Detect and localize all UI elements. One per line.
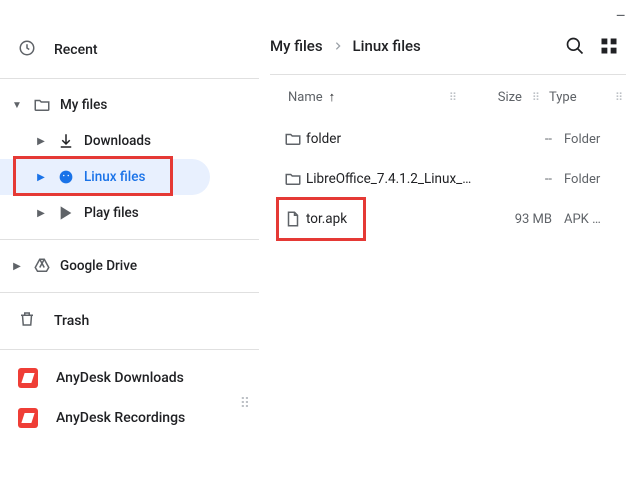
divider bbox=[0, 78, 259, 79]
linux-icon bbox=[56, 168, 76, 186]
breadcrumb-root[interactable]: My files bbox=[270, 37, 323, 55]
chevron-right-icon bbox=[333, 37, 343, 55]
file-name: tor.apk bbox=[306, 211, 490, 227]
sort-asc-icon: ↑ bbox=[329, 89, 336, 105]
sidebar-myfiles-label: My files bbox=[60, 97, 107, 113]
sidebar-anydesk-recordings[interactable]: AnyDesk Recordings bbox=[0, 398, 259, 438]
sidebar-downloads[interactable]: ▶ Downloads bbox=[0, 123, 259, 159]
column-size[interactable]: Size bbox=[460, 90, 528, 105]
sidebar-gdrive[interactable]: ▶ Google Drive bbox=[0, 248, 259, 284]
table-row[interactable]: tor.apk93 MBAPK … bbox=[270, 199, 626, 239]
caret-down-icon: ▼ bbox=[10, 100, 24, 111]
file-size: 93 MB bbox=[490, 212, 558, 227]
window-minimize[interactable]: – bbox=[616, 6, 627, 25]
file-type: APK … bbox=[558, 212, 626, 227]
download-icon bbox=[56, 132, 76, 150]
column-size-label: Size bbox=[498, 90, 522, 105]
sidebar-recent-label: Recent bbox=[54, 42, 98, 58]
file-size: -- bbox=[490, 132, 558, 147]
sidebar-myfiles[interactable]: ▼ My files bbox=[0, 87, 259, 123]
sidebar-downloads-label: Downloads bbox=[84, 133, 151, 149]
table-row[interactable]: folder--Folder bbox=[270, 119, 626, 159]
breadcrumb-current[interactable]: Linux files bbox=[353, 37, 421, 55]
anydesk-icon bbox=[18, 368, 38, 388]
sidebar-trash-label: Trash bbox=[54, 313, 89, 329]
folder-icon bbox=[270, 170, 306, 188]
file-list: folder--FolderLibreOffice_7.4.1.2_Linux_… bbox=[270, 119, 626, 239]
file-name: folder bbox=[306, 131, 490, 147]
divider bbox=[0, 349, 259, 350]
breadcrumb: My files Linux files bbox=[270, 37, 558, 55]
divider bbox=[0, 292, 259, 293]
column-name-label: Name bbox=[288, 90, 323, 105]
sidebar-trash[interactable]: Trash bbox=[0, 301, 259, 341]
play-icon bbox=[56, 205, 76, 221]
sidebar-playfiles[interactable]: ▶ Play files bbox=[0, 195, 259, 231]
file-size: -- bbox=[490, 172, 558, 187]
column-grip-icon[interactable]: ⠿ bbox=[611, 91, 626, 104]
column-type[interactable]: Type bbox=[543, 90, 611, 105]
anydesk-icon bbox=[18, 408, 38, 428]
sidebar-anydesk-dl-label: AnyDesk Downloads bbox=[56, 370, 184, 386]
app-root: Recent ▼ My files ▶ Downloads ▶ Linux f bbox=[0, 0, 640, 502]
column-type-label: Type bbox=[549, 90, 577, 105]
search-button[interactable] bbox=[558, 29, 592, 63]
clock-icon bbox=[18, 39, 36, 61]
caret-right-icon: ▶ bbox=[10, 261, 24, 272]
sidebar-gdrive-label: Google Drive bbox=[60, 258, 137, 274]
column-grip-icon[interactable]: ⠿ bbox=[528, 91, 543, 104]
sidebar-linuxfiles[interactable]: ▶ Linux files bbox=[0, 159, 210, 195]
sidebar-linuxfiles-label: Linux files bbox=[84, 169, 145, 185]
file-type: Folder bbox=[558, 132, 626, 147]
sidebar: Recent ▼ My files ▶ Downloads ▶ Linux f bbox=[0, 0, 260, 502]
drag-grip-icon[interactable]: ⠿ bbox=[236, 396, 253, 412]
column-grip-icon[interactable]: ⠿ bbox=[445, 91, 460, 104]
folder-icon bbox=[32, 96, 52, 114]
sidebar-playfiles-label: Play files bbox=[84, 205, 139, 221]
toolbar: My files Linux files bbox=[270, 30, 626, 62]
column-name[interactable]: Name ↑ bbox=[270, 89, 445, 105]
caret-right-icon: ▶ bbox=[34, 208, 48, 219]
sidebar-anydesk-rec-label: AnyDesk Recordings bbox=[56, 410, 185, 426]
caret-right-icon: ▶ bbox=[34, 172, 48, 183]
folder-icon bbox=[270, 130, 306, 148]
file-icon bbox=[270, 210, 306, 228]
main-panel: My files Linux files Name ↑ ⠿ Size ⠿ Ty bbox=[260, 0, 640, 502]
trash-icon bbox=[18, 310, 36, 332]
table-header: Name ↑ ⠿ Size ⠿ Type ⠿ bbox=[270, 75, 626, 119]
file-type: Folder bbox=[558, 172, 626, 187]
file-name: LibreOffice_7.4.1.2_Linux_… bbox=[306, 171, 490, 187]
sidebar-recent[interactable]: Recent bbox=[0, 30, 259, 70]
view-toggle-button[interactable] bbox=[592, 29, 626, 63]
gdrive-icon bbox=[32, 257, 52, 275]
table-row[interactable]: LibreOffice_7.4.1.2_Linux_…--Folder bbox=[270, 159, 626, 199]
caret-right-icon: ▶ bbox=[34, 136, 48, 147]
divider bbox=[0, 239, 259, 240]
sidebar-anydesk-downloads[interactable]: AnyDesk Downloads bbox=[0, 358, 259, 398]
